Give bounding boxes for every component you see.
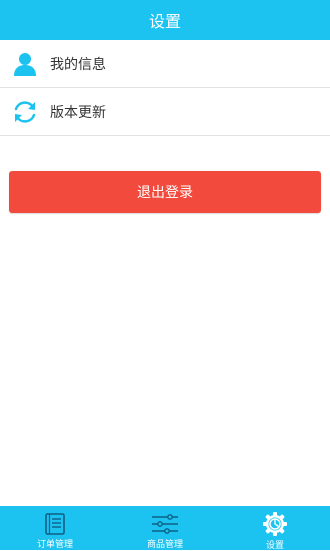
menu-item-label: 我的信息 — [50, 56, 106, 73]
sliders-icon — [151, 511, 179, 536]
settings-list: 我的信息 版本更新 — [0, 40, 330, 136]
bottom-tab-bar: 订单管理 商品管理 设置 — [0, 506, 330, 551]
menu-item-label: 版本更新 — [50, 104, 106, 121]
tab-settings[interactable]: 设置 — [220, 506, 330, 551]
gear-icon — [262, 511, 288, 537]
logout-button[interactable]: 退出登录 — [9, 171, 321, 213]
tab-order-management[interactable]: 订单管理 — [0, 506, 110, 550]
logout-container: 退出登录 — [9, 171, 321, 213]
app-header: 设置 — [0, 0, 330, 40]
page-title: 设置 — [148, 12, 181, 31]
menu-item-my-info[interactable]: 我的信息 — [0, 40, 330, 88]
menu-item-version-update[interactable]: 版本更新 — [0, 88, 330, 136]
tab-label: 设置 — [265, 541, 284, 551]
refresh-icon — [11, 98, 39, 126]
order-list-icon — [43, 511, 67, 536]
tab-label: 商品管理 — [146, 540, 183, 550]
user-icon — [11, 50, 39, 78]
tab-label: 订单管理 — [36, 540, 73, 550]
tab-product-management[interactable]: 商品管理 — [110, 506, 220, 550]
